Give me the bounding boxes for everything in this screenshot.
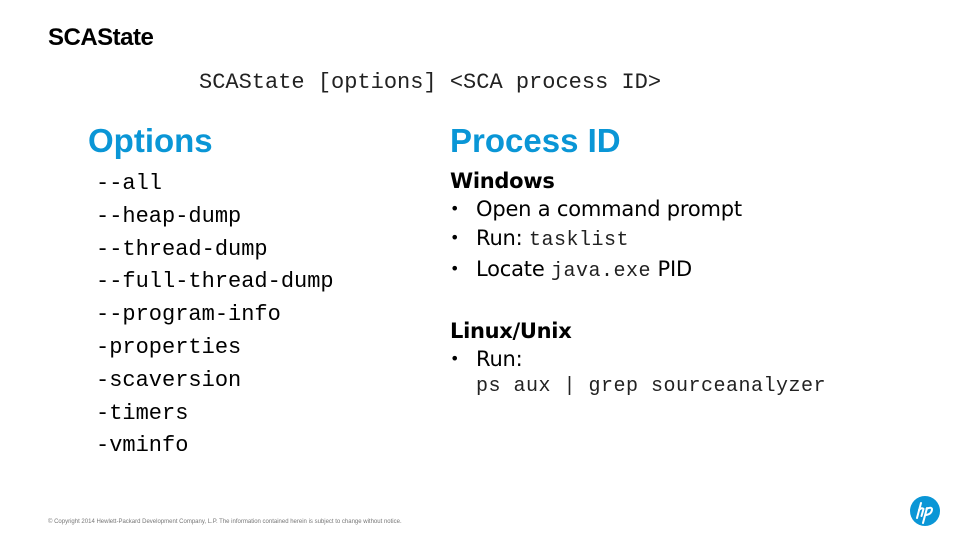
option-item: -vminfo: [96, 433, 189, 459]
option-item: -properties: [96, 334, 242, 360]
option-item: --thread-dump: [96, 236, 268, 262]
command-syntax: SCAState [options] <SCA process ID>: [199, 70, 662, 95]
step-code: java.exe: [551, 260, 652, 283]
step-text: Run:: [476, 225, 530, 250]
linux-command: ps aux | grep sourceanalyzer: [476, 375, 827, 398]
linux-steps: • Run:: [450, 345, 826, 374]
options-list: --all --heap-dump --thread-dump --full-t…: [96, 168, 334, 463]
option-item: --full-thread-dump: [96, 269, 334, 295]
windows-heading: Windows: [450, 169, 555, 193]
step-text: Run:: [476, 346, 523, 371]
windows-step: • Open a command prompt: [450, 195, 826, 224]
step-code: tasklist: [529, 228, 630, 252]
bullet-icon: •: [450, 199, 460, 218]
linux-step: • Run:: [450, 345, 826, 374]
windows-step: • Locate java.exe PID: [450, 255, 826, 287]
linux-heading: Linux/Unix: [450, 318, 572, 343]
bullet-icon: •: [450, 259, 460, 278]
bullet-icon: •: [450, 227, 460, 247]
step-text: Locate: [476, 257, 552, 281]
option-item: -scaversion: [96, 367, 242, 393]
process-id-section: Windows • Open a command prompt • Run: tas…: [450, 167, 826, 401]
slide-title: SCAState: [48, 24, 154, 51]
process-id-heading: Process ID: [450, 122, 621, 159]
windows-steps: • Open a command prompt • Run: tasklist • L…: [450, 195, 826, 287]
option-item: --heap-dump: [96, 203, 242, 229]
options-heading: Options: [88, 122, 213, 159]
copyright-footer: © Copyright 2014 Hewlett-Packard Develop…: [48, 519, 402, 525]
option-item: -timers: [96, 400, 189, 426]
step-text: Open a command prompt: [476, 197, 742, 221]
windows-step: • Run: tasklist: [450, 224, 826, 256]
option-item: --all: [96, 171, 163, 196]
step-text: PID: [651, 257, 693, 281]
hp-logo-icon: [910, 496, 940, 526]
bullet-icon: •: [450, 348, 460, 368]
option-item: --program-info: [96, 302, 281, 328]
